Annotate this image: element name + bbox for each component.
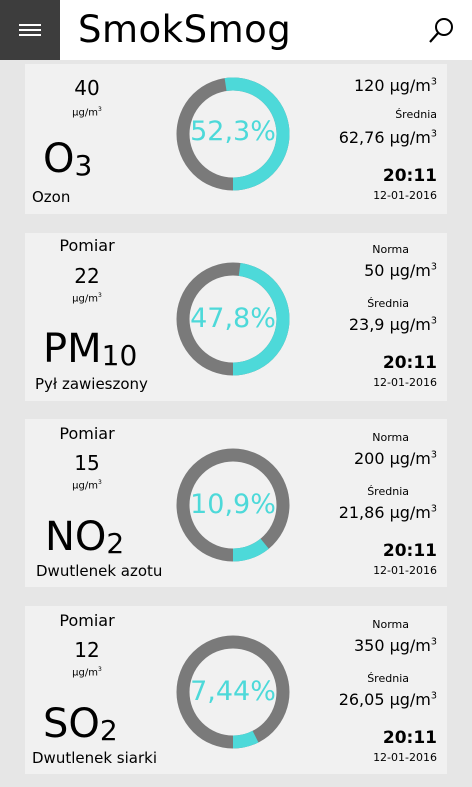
average-label: Średnia	[367, 485, 409, 498]
measurement-value: 40	[74, 76, 100, 100]
pollutant-name: Dwutlenek siarki	[32, 749, 157, 767]
measurement-value: 22	[74, 264, 100, 288]
norm-value: 50 μg/m3	[364, 261, 437, 280]
pollutant-card-so2[interactable]: Pomiar 12 μg/m3 SO2 Dwutlenek siarki 7,4…	[25, 606, 447, 774]
measurement-unit: μg/m3	[72, 666, 102, 679]
norm-value: 120 μg/m3	[353, 76, 437, 95]
percentage-label: 47,8%	[190, 303, 276, 334]
measurement-unit: μg/m3	[72, 106, 102, 119]
percentage-label: 10,9%	[190, 489, 276, 520]
app-title: SmokSmog	[78, 8, 292, 51]
norm-label: Norma	[372, 243, 409, 256]
search-icon[interactable]	[427, 17, 455, 45]
hamburger-icon	[19, 24, 41, 39]
pollutant-name: Ozon	[32, 188, 71, 206]
measurement-time: 20:11	[382, 353, 437, 373]
pollutant-card-pm10[interactable]: Pomiar 22 μg/m3 PM10 Pył zawieszony 47,8…	[25, 233, 447, 401]
pollutant-card-o3[interactable]: 40 μg/m3 O3 Ozon 52,3% 120 μg/m3 Średnia…	[25, 64, 447, 214]
measurement-unit: μg/m3	[72, 292, 102, 305]
pollutant-formula: O3	[43, 136, 93, 182]
measurement-label: Pomiar	[59, 424, 115, 443]
average-value: 62,76 μg/m3	[338, 128, 437, 147]
top-bar: SmokSmog	[0, 0, 472, 60]
average-label: Średnia	[367, 672, 409, 685]
average-value: 23,9 μg/m3	[348, 315, 437, 334]
measurement-time: 20:11	[382, 166, 437, 186]
hamburger-menu-button[interactable]	[0, 0, 60, 60]
measurement-label: Pomiar	[59, 236, 115, 255]
measurement-label: Pomiar	[59, 611, 115, 630]
pollutant-formula: NO2	[45, 514, 125, 560]
measurement-unit: μg/m3	[72, 479, 102, 492]
norm-label: Norma	[372, 618, 409, 631]
average-value: 26,05 μg/m3	[338, 690, 437, 709]
pollutant-formula: SO2	[43, 701, 118, 747]
pollutant-card-no2[interactable]: Pomiar 15 μg/m3 NO2 Dwutlenek azotu 10,9…	[25, 419, 447, 587]
measurement-date: 12-01-2016	[373, 189, 437, 202]
measurement-date: 12-01-2016	[373, 751, 437, 764]
percentage-label: 52,3%	[190, 116, 276, 147]
average-label: Średnia	[395, 108, 437, 121]
average-value: 21,86 μg/m3	[338, 503, 437, 522]
pollutant-formula: PM10	[43, 326, 138, 372]
measurement-time: 20:11	[382, 541, 437, 561]
measurement-value: 12	[74, 638, 100, 662]
average-label: Średnia	[367, 297, 409, 310]
norm-label: Norma	[372, 431, 409, 444]
pollutant-name: Pył zawieszony	[35, 375, 148, 393]
percentage-label: 7,44%	[190, 676, 276, 707]
pollutant-name: Dwutlenek azotu	[36, 562, 163, 580]
norm-value: 350 μg/m3	[353, 636, 437, 655]
norm-value: 200 μg/m3	[353, 449, 437, 468]
measurement-date: 12-01-2016	[373, 376, 437, 389]
measurement-time: 20:11	[382, 728, 437, 748]
measurement-date: 12-01-2016	[373, 564, 437, 577]
measurement-value: 15	[74, 451, 100, 475]
